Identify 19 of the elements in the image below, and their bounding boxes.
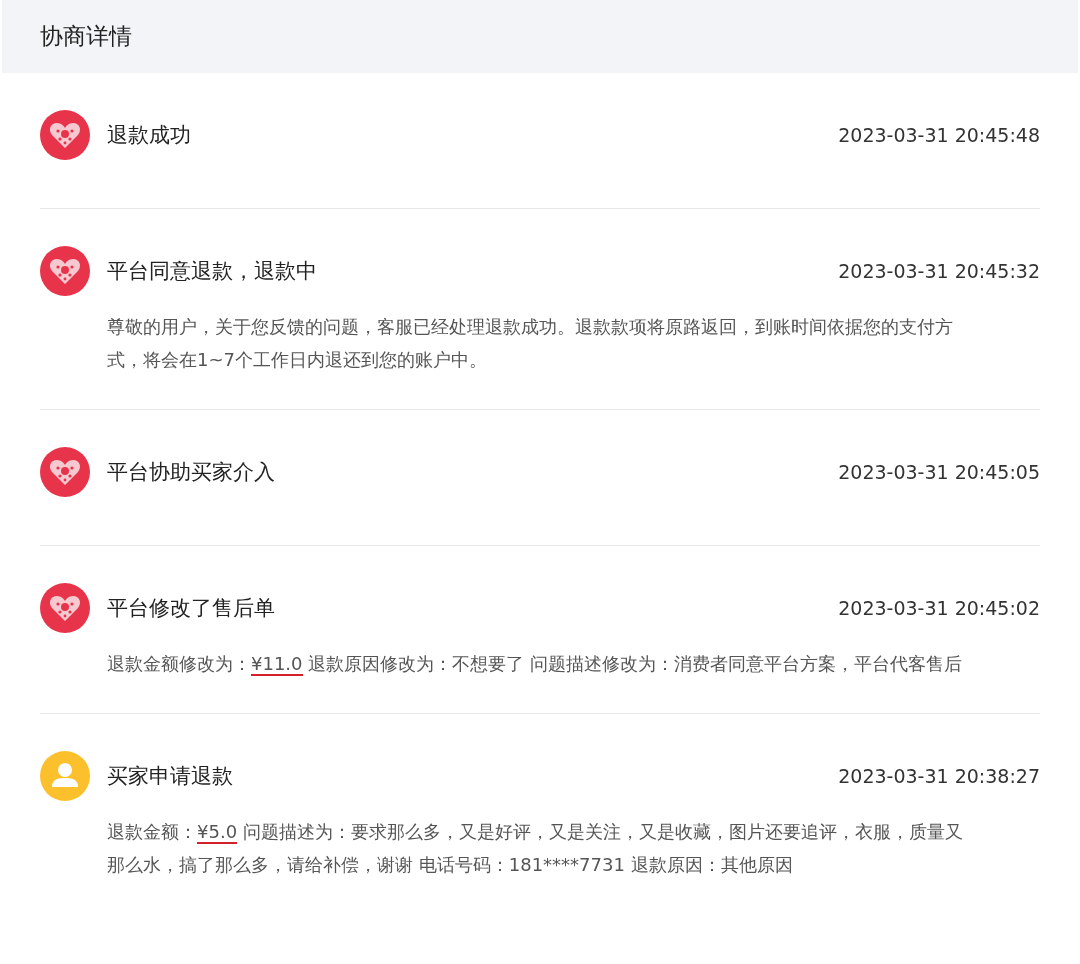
event-description: 退款金额修改为：¥11.0 退款原因修改为：不想要了 问题描述修改为：消费者同意平台方案，平台代客售后 (107, 652, 963, 678)
event-title: 平台同意退款，退款中 (107, 258, 317, 285)
event-description: 退款金额：¥5.0 问题描述为：要求那么多，又是好评，又是关注，又是收藏，图片还要追评，衣服，质量又那么水，搞了那么多，请给补偿，谢谢 电话号码：181****7731 退款原因：其他原因 (107, 820, 964, 877)
event-description: 尊敬的用户，关于您反馈的问题，客服已经处理退款成功。退款款项将原路返回，到账时间依据您的支付方式，将会在1~7个工作日内退还到您的账户中。 (107, 315, 954, 372)
event-time: 2023-03-31 20:38:27 (838, 765, 1040, 787)
heart-avatar-icon (40, 110, 90, 160)
heart-avatar-icon (40, 583, 90, 633)
event-time: 2023-03-31 20:45:02 (838, 597, 1040, 619)
event-time: 2023-03-31 20:45:48 (838, 124, 1040, 146)
event-title: 平台协助买家介入 (107, 459, 275, 486)
event-title: 买家申请退款 (107, 763, 233, 790)
event-title: 平台修改了售后单 (107, 595, 275, 622)
event-time: 2023-03-31 20:45:05 (838, 461, 1040, 483)
user-avatar-icon (40, 751, 90, 801)
heart-avatar-icon (40, 447, 90, 497)
event-time: 2023-03-31 20:45:32 (838, 260, 1040, 282)
heart-avatar-icon (40, 246, 90, 296)
section-title: 协商详情 (40, 22, 132, 51)
event-title: 退款成功 (107, 122, 191, 149)
